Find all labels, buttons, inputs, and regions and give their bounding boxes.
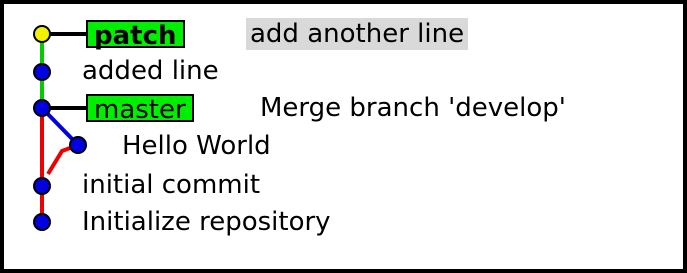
commit-message-selected[interactable]: add another line (246, 18, 469, 50)
commit-dot[interactable] (33, 177, 51, 195)
commit-message[interactable]: Initialize repository (82, 207, 331, 237)
branch-tag-patch[interactable]: patch (86, 20, 185, 50)
branch-tag-master[interactable]: master (86, 94, 194, 124)
commit-message[interactable]: Merge branch 'develop' (260, 93, 566, 123)
commit-dot[interactable] (33, 63, 51, 81)
commit-dot[interactable] (69, 136, 87, 154)
commit-graph-canvas[interactable]: patch add another line added line master… (4, 4, 683, 269)
commit-message[interactable]: Hello World (122, 131, 271, 161)
commit-dot[interactable] (33, 213, 51, 231)
commit-message[interactable]: initial commit (82, 170, 260, 200)
commit-dot[interactable] (33, 99, 51, 117)
commit-dot-head[interactable] (33, 25, 51, 43)
commit-message[interactable]: added line (82, 56, 219, 86)
